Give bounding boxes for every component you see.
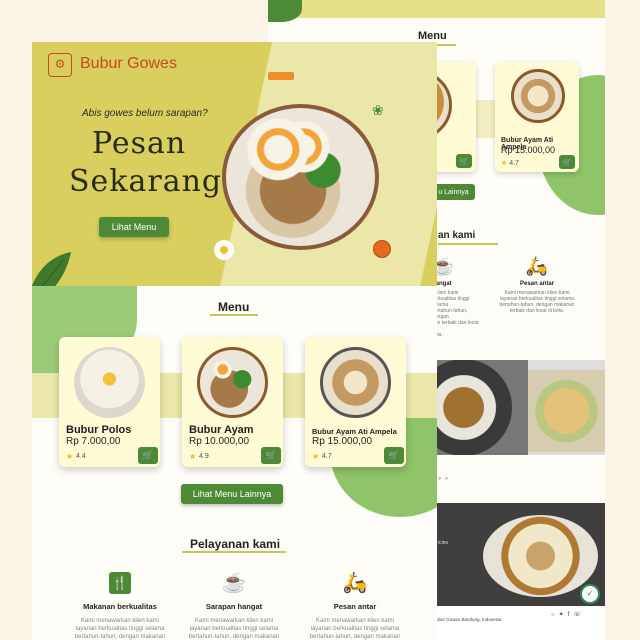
social-links[interactable]: ○✦f☏ bbox=[551, 611, 585, 618]
food-image bbox=[74, 347, 145, 418]
back-services-underline bbox=[438, 243, 498, 245]
back-service-item: ☕ hangat n klien kami berkualitas tinggi… bbox=[432, 256, 482, 338]
menu-card[interactable]: Bubur Ayam Ati Ampela Rp 15.000,00 ★ 4.7… bbox=[305, 337, 406, 467]
card-price: Rp 15.000,00 bbox=[312, 436, 373, 447]
service-desc: Kami menawarkan klien kami layanan berku… bbox=[74, 618, 166, 640]
back-service-item: 🛵 Pesan antar Kami menawarkan klien kami… bbox=[496, 256, 578, 314]
card-price: Rp 7.000,00 bbox=[66, 436, 121, 447]
bowl-icon: ☕ bbox=[432, 256, 455, 276]
back-services-title: an kami bbox=[438, 230, 476, 241]
service-item: 🛵 Pesan antar Kami menawarkan klien kami… bbox=[305, 570, 405, 640]
add-to-cart-button[interactable]: 🛒 bbox=[138, 447, 158, 464]
cutlery-icon: 🍴 bbox=[70, 570, 170, 596]
menu-card[interactable]: Bubur Ayam Rp 10.000,00 ★ 4.9 🛒 bbox=[182, 337, 283, 467]
food-image bbox=[511, 69, 565, 123]
halal-badge-icon: ✓ bbox=[580, 584, 600, 604]
nav-toggle[interactable] bbox=[268, 72, 294, 80]
leaf-decoration bbox=[32, 252, 71, 286]
service-item: 🍴 Makanan berkualitas Kami menawarkan kl… bbox=[70, 570, 170, 640]
carousel-dots[interactable]: ●● bbox=[438, 476, 451, 482]
add-to-cart-button[interactable]: 🛒 bbox=[261, 447, 281, 464]
service-title: hangat bbox=[432, 281, 452, 287]
hero-headline-line2: Sekarang bbox=[69, 164, 223, 199]
cart-icon: 🛒 bbox=[562, 157, 572, 167]
back-top-bar bbox=[268, 0, 605, 18]
cart-button[interactable]: 🛒 bbox=[559, 155, 575, 169]
scooter-icon: 🛵 bbox=[525, 256, 549, 276]
service-item: ☕ Sarapan hangat Kami menawarkan klien k… bbox=[184, 570, 284, 640]
card-name: Bubur Ayam Ati Ampela bbox=[312, 427, 397, 436]
back-menu-card[interactable]: Bubur Ayam Ati Ampela Rp 15.000,00 ★ 4.7… bbox=[495, 62, 579, 172]
gallery-photo bbox=[436, 360, 528, 455]
card-price: Rp 15.000,00 bbox=[501, 145, 556, 155]
service-title: Makanan berkualitas bbox=[83, 602, 157, 611]
twitter-icon[interactable]: ✦ bbox=[559, 612, 568, 618]
service-desc: Kami menawarkan klien kami layanan berku… bbox=[188, 618, 280, 640]
service-desc: Kami menawarkan klien kami layanan berku… bbox=[309, 618, 401, 640]
cart-icon: 🛒 bbox=[142, 450, 154, 460]
leaf-icon: ❀ bbox=[372, 102, 384, 118]
footer-address: ubur Gowes Bandung, Indonesia bbox=[436, 617, 502, 622]
view-menu-button[interactable]: Lihat Menu bbox=[99, 217, 169, 237]
service-desc: Kami menawarkan klien kami layanan berku… bbox=[499, 290, 575, 314]
star-icon: ★ bbox=[312, 452, 320, 461]
hero-tagline: Abis gowes belum sarapan? bbox=[82, 108, 208, 119]
leaf-decoration bbox=[268, 0, 302, 22]
service-title: Sarapan hangat bbox=[205, 602, 263, 611]
footer-link[interactable]: icies bbox=[438, 540, 448, 546]
gallery-photo bbox=[528, 370, 605, 452]
service-desc: n klien kami berkualitas tinggi selama b… bbox=[432, 290, 479, 338]
rating: ★ 4.7 bbox=[501, 160, 519, 167]
menu-section-title: Menu bbox=[218, 300, 250, 314]
whatsapp-icon[interactable]: ☏ bbox=[573, 612, 585, 618]
add-to-cart-button[interactable]: 🛒 bbox=[384, 447, 404, 464]
card-rating: 4.7 bbox=[322, 453, 332, 460]
cart-icon: 🛒 bbox=[388, 450, 400, 460]
card-name: Bubur Polos bbox=[66, 424, 132, 436]
card-price: Rp 10.000,00 bbox=[189, 436, 250, 447]
star-icon: ★ bbox=[501, 160, 508, 167]
menu-underline bbox=[210, 314, 258, 316]
footer-dish-image bbox=[483, 515, 598, 597]
star-icon: ★ bbox=[189, 452, 197, 461]
food-image bbox=[197, 347, 268, 418]
brand-name[interactable]: Bubur Gowes bbox=[80, 55, 177, 73]
card-rating: 4.4 bbox=[76, 453, 86, 460]
services-title: Pelayanan kami bbox=[190, 537, 281, 551]
star-icon: ★ bbox=[66, 452, 74, 461]
scooter-icon: 🛵 bbox=[342, 572, 368, 594]
food-image bbox=[320, 347, 391, 418]
services-underline bbox=[182, 551, 286, 553]
service-title: Pesan antar bbox=[333, 602, 377, 611]
egg-icon bbox=[214, 240, 234, 260]
tomato-icon bbox=[373, 240, 391, 258]
front-page-preview: ⚙ Bubur Gowes Abis gowes belum sarapan? … bbox=[32, 42, 437, 640]
hero-section: ⚙ Bubur Gowes Abis gowes belum sarapan? … bbox=[32, 42, 437, 286]
back-more-button[interactable]: u Lainnya bbox=[432, 184, 475, 200]
back-menu-title: Menu bbox=[418, 30, 447, 42]
card-rating: 4.9 bbox=[199, 453, 209, 460]
cart-icon: 🛒 bbox=[265, 450, 277, 460]
hero-bowl-image bbox=[222, 104, 379, 250]
bowl-icon: ☕ bbox=[221, 572, 247, 594]
hero-headline-line1: Pesan bbox=[92, 126, 187, 161]
card-name: Bubur Ayam bbox=[189, 424, 254, 436]
menu-card[interactable]: Bubur Polos Rp 7.000,00 ★ 4.4 🛒 bbox=[59, 337, 160, 467]
cart-button[interactable]: 🛒 bbox=[456, 154, 472, 168]
logo-icon[interactable]: ⚙ bbox=[48, 53, 72, 77]
cart-icon: 🛒 bbox=[459, 156, 469, 166]
view-more-menu-button[interactable]: Lihat Menu Lainnya bbox=[181, 484, 283, 504]
instagram-icon[interactable]: ○ bbox=[551, 612, 559, 618]
service-title: Pesan antar bbox=[519, 281, 555, 287]
